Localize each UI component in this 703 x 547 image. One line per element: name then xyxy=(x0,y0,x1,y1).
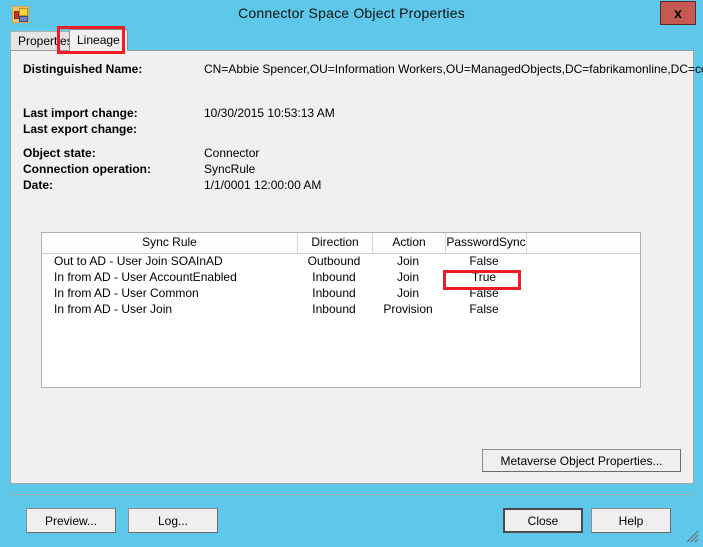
close-icon[interactable]: x xyxy=(660,1,696,25)
cell-direction: Outbound xyxy=(307,254,361,268)
column-header-action[interactable]: Action xyxy=(373,233,446,253)
cell-password-sync: False xyxy=(469,302,499,316)
cell-sync-rule: In from AD - User Common xyxy=(54,286,199,300)
distinguished-name-label: Distinguished Name: xyxy=(23,62,143,76)
last-import-change-value: 10/30/2015 10:53:13 AM xyxy=(204,106,335,120)
last-import-change-label: Last import change: xyxy=(23,106,138,120)
resize-grip[interactable] xyxy=(685,529,699,543)
cell-action: Join xyxy=(396,254,419,268)
cell-password-sync: False xyxy=(469,286,499,300)
cell-direction: Inbound xyxy=(312,270,356,284)
table-row[interactable]: Out to AD - User Join SOAInAD Outbound J… xyxy=(42,254,640,270)
cell-action: Join xyxy=(396,270,419,284)
column-header-filler xyxy=(527,233,640,253)
tab-strip: Properties Lineage xyxy=(10,29,694,51)
cell-action: Provision xyxy=(383,302,433,316)
table-header-row: Sync Rule Direction Action PasswordSync xyxy=(42,233,640,254)
lineage-sync-rule-table[interactable]: Sync Rule Direction Action PasswordSync … xyxy=(41,232,641,388)
column-header-passwordsync[interactable]: PasswordSync xyxy=(446,233,527,253)
cell-sync-rule: In from AD - User Join xyxy=(54,302,173,316)
distinguished-name-value: CN=Abbie Spencer,OU=Information Workers,… xyxy=(204,62,703,76)
dialog-window: Connector Space Object Properties x Prop… xyxy=(0,0,703,547)
log-button[interactable]: Log... xyxy=(128,508,218,533)
last-export-change-label: Last export change: xyxy=(23,122,138,136)
cell-sync-rule: Out to AD - User Join SOAInAD xyxy=(54,254,223,268)
date-value: 1/1/0001 12:00:00 AM xyxy=(204,178,322,192)
cell-action: Join xyxy=(396,286,419,300)
table-row[interactable]: In from AD - User AccountEnabled Inbound… xyxy=(42,270,640,286)
close-button[interactable]: Close xyxy=(503,508,583,533)
footer-divider xyxy=(10,494,694,495)
tab-lineage[interactable]: Lineage xyxy=(69,29,128,51)
cell-password-sync: True xyxy=(471,270,497,284)
table-row[interactable]: In from AD - User Join Inbound Provision… xyxy=(42,302,640,318)
table-row[interactable]: In from AD - User Common Inbound Join Fa… xyxy=(42,286,640,302)
date-label: Date: xyxy=(23,178,54,192)
cell-direction: Inbound xyxy=(312,286,356,300)
object-state-value: Connector xyxy=(204,146,260,160)
connection-operation-value: SyncRule xyxy=(204,162,256,176)
cell-direction: Inbound xyxy=(312,302,356,316)
window-title: Connector Space Object Properties xyxy=(238,5,465,21)
table-body: Out to AD - User Join SOAInAD Outbound J… xyxy=(42,254,640,318)
column-header-direction[interactable]: Direction xyxy=(298,233,373,253)
column-header-sync-rule[interactable]: Sync Rule xyxy=(42,233,298,253)
preview-button[interactable]: Preview... xyxy=(26,508,116,533)
title-bar: Connector Space Object Properties x xyxy=(0,0,703,29)
cell-password-sync: False xyxy=(469,254,499,268)
cell-sync-rule: In from AD - User AccountEnabled xyxy=(54,270,237,284)
object-state-label: Object state: xyxy=(23,146,96,160)
connection-operation-label: Connection operation: xyxy=(23,162,151,176)
metaverse-object-properties-button[interactable]: Metaverse Object Properties... xyxy=(482,449,681,472)
help-button[interactable]: Help xyxy=(591,508,671,533)
